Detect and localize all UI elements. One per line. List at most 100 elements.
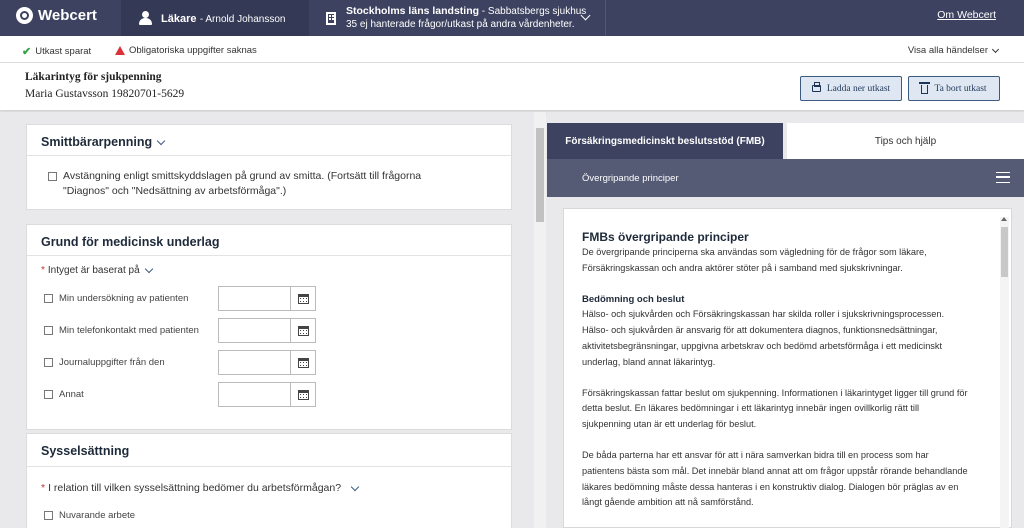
text-line: Hälso- och sjukvården och Försäkringskas… (582, 309, 945, 320)
form-panel: Smittbärarpenning Avstängning enligt smi… (0, 112, 546, 528)
grund-question: * Intyget är baserat på (41, 264, 153, 276)
building-icon (326, 11, 336, 25)
divider (27, 255, 511, 256)
grund-option-journal[interactable]: Journaluppgifter från den (44, 357, 165, 368)
fmb-scrollbar-thumb[interactable] (1001, 227, 1008, 277)
about-webcert-link[interactable]: Om Webcert (937, 9, 996, 21)
form-scrollbar-thumb[interactable] (536, 128, 544, 222)
chevron-down-icon[interactable] (156, 136, 166, 145)
webcert-logo[interactable]: Webcert (16, 7, 97, 24)
section-title-syssel: Sysselsättning (27, 434, 511, 458)
option-label: Min telefonkontakt med patienten (59, 325, 199, 336)
delete-draft-label: Ta bort utkast (934, 83, 987, 94)
calendar-icon (297, 389, 309, 400)
checkbox[interactable] (44, 511, 53, 520)
top-navbar: Webcert Läkare - Arnold Johansson Stockh… (0, 0, 1024, 36)
text-line: De båda parterna har ett ansvar för att … (582, 449, 929, 460)
delete-draft-button[interactable]: Ta bort utkast (908, 76, 1000, 101)
smitta-checkbox[interactable] (48, 172, 57, 181)
checkbox[interactable] (44, 326, 53, 335)
smitta-option-line2: "Diagnos" och "Nedsättning av arbetsförm… (63, 185, 287, 197)
text-line: detta beslut. En läkares bedömningar i e… (582, 403, 920, 414)
text-line: långt gående ambition att nå samförstånd… (582, 497, 754, 508)
tab-tips[interactable]: Tips och hjälp (787, 123, 1024, 159)
user-info: Läkare - Arnold Johansson (121, 0, 309, 36)
hamburger-menu-icon[interactable] (996, 172, 1010, 183)
calendar-button[interactable] (290, 383, 315, 406)
calendar-button[interactable] (290, 319, 315, 342)
text-line: patientens bästa som mål. Det innebär bl… (582, 465, 968, 476)
checkbox[interactable] (44, 358, 53, 367)
divider (27, 466, 511, 467)
date-field-telefon[interactable] (218, 318, 316, 343)
syssel-option-nuvarande[interactable]: Nuvarande arbete (44, 510, 135, 521)
status-bar: ✔ Utkast sparat Obligatoriska uppgifter … (0, 36, 1024, 63)
fmb-subbar: Övergripande principer (547, 159, 1024, 197)
date-field-journal[interactable] (218, 350, 316, 375)
text-line: aktivitetsbegränsningar, uppgivna arbets… (582, 340, 943, 351)
section-title-text: Smittbärarpenning (41, 135, 153, 149)
warning-icon (115, 46, 125, 55)
patient-info: Maria Gustavsson 19820701-5629 (25, 88, 185, 100)
date-field-annat[interactable] (218, 382, 316, 407)
chevron-down-icon[interactable] (350, 482, 360, 491)
required-marker: * (41, 482, 46, 494)
print-icon (811, 82, 821, 92)
logo-text: Webcert (38, 7, 97, 24)
text-line: Hälso- och sjukvården är ansvarig för at… (582, 325, 938, 336)
check-icon: ✔ (22, 46, 32, 58)
calendar-icon (297, 357, 309, 368)
show-all-events-label: Visa alla händelser (907, 45, 988, 56)
fmb-section-label: Övergripande principer (582, 173, 679, 184)
text-line: Försäkringskassan och andra aktörer stöt… (582, 262, 903, 273)
missing-fields-text: Obligatoriska uppgifter saknas (129, 45, 257, 56)
fmb-subheading: Bedömning och beslut (582, 293, 685, 305)
smitta-option[interactable]: Avstängning enligt smittskyddslagen på g… (48, 169, 421, 199)
calendar-button[interactable] (290, 287, 315, 310)
option-label: Nuvarande arbete (59, 510, 136, 521)
section-title-text: Sysselsättning (41, 444, 130, 458)
section-sysselsattning: Sysselsättning * I relation till vilken … (26, 433, 512, 528)
checkbox[interactable] (44, 390, 53, 399)
grund-option-annat[interactable]: Annat (44, 389, 84, 400)
fmb-heading: FMBs övergripande principer (582, 230, 749, 244)
draft-saved-text: Utkast sparat (35, 46, 92, 57)
fmb-content: FMBs övergripande principer De övergripa… (582, 229, 982, 526)
trash-icon (919, 82, 931, 94)
grund-option-undersokning[interactable]: Min undersökning av patienten (44, 293, 188, 304)
unit-name: Stockholms läns landsting (346, 5, 480, 17)
chevron-down-icon (991, 45, 1000, 53)
show-all-events-toggle[interactable]: Visa alla händelser (907, 45, 1000, 56)
fmb-paragraph: De övergripande principerna ska användas… (582, 245, 982, 277)
text-line: Försäkringskassan fattar beslut om sjukp… (582, 387, 968, 398)
text-line: läkares bedömning måste dessa hanteras i… (582, 481, 959, 492)
draft-saved-status: ✔ Utkast sparat (22, 45, 91, 58)
fmb-paragraph: Hälso- och sjukvården och Försäkringskas… (582, 307, 982, 370)
checkbox[interactable] (44, 294, 53, 303)
scroll-up-icon[interactable] (1001, 217, 1007, 221)
fmb-scrollbar[interactable] (1000, 217, 1009, 528)
syssel-question-text: I relation till vilken sysselsättning be… (48, 482, 342, 494)
certificate-title: Läkarintyg för sjukpenning (25, 71, 162, 83)
download-draft-button[interactable]: Ladda ner utkast (800, 76, 902, 101)
section-grund: Grund för medicinsk underlag * Intyget ä… (26, 224, 512, 430)
grund-option-telefon[interactable]: Min telefonkontakt med patienten (44, 325, 199, 336)
user-icon (139, 11, 152, 25)
calendar-icon (297, 293, 309, 304)
chevron-down-icon[interactable] (144, 264, 153, 274)
missing-fields-status[interactable]: Obligatoriska uppgifter saknas (115, 45, 257, 56)
text-line: De övergripande principerna ska användas… (582, 247, 927, 257)
date-field-undersokning[interactable] (218, 286, 316, 311)
calendar-icon (297, 325, 309, 336)
care-unit-selector[interactable]: Stockholms läns landsting - Sabbatsbergs… (310, 0, 606, 36)
smitta-option-line1: Avstängning enligt smittskyddslagen på g… (63, 170, 422, 182)
section-smittbararpenning: Smittbärarpenning Avstängning enligt smi… (26, 124, 512, 210)
tab-fmb[interactable]: Försäkringsmedicinskt beslutsstöd (FMB) (547, 123, 783, 159)
syssel-question: * I relation till vilken sysselsättning … (41, 482, 360, 494)
fmb-paragraph: De båda parterna har ett ansvar för att … (582, 448, 982, 511)
text-line: sjukpenning utan är ett underlag för bes… (582, 419, 757, 430)
fmb-paragraph: Försäkringskassan fattar beslut om sjukp… (582, 386, 982, 433)
option-label: Min undersökning av patienten (59, 293, 189, 304)
calendar-button[interactable] (290, 351, 315, 374)
option-label: Annat (59, 389, 84, 400)
